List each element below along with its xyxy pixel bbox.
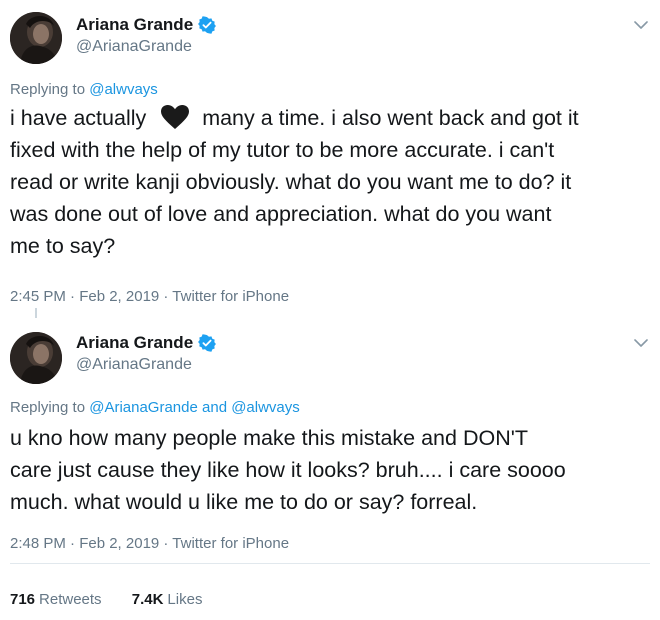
handle[interactable]: @ArianaGrande (76, 355, 216, 375)
tweet-text-line: was done out of love and appreciation. w… (10, 202, 552, 226)
tweet-text: i have actually many a time. i also went… (10, 102, 650, 262)
verified-icon (198, 334, 217, 352)
verified-icon (198, 16, 217, 34)
chevron-down-icon[interactable] (632, 334, 650, 352)
tweet-text-line: much. what would u like me to do or say?… (10, 490, 478, 514)
tweet-text-line: fixed with the help of my tutor to be mo… (10, 138, 555, 162)
tweet-text-line: u kno how many people make this mistake … (10, 426, 528, 450)
replying-prefix: Replying to (10, 399, 90, 416)
tweet-text-line: care just cause they like how it looks? … (10, 458, 566, 482)
replying-mention-link[interactable]: @ArianaGrande and @alwvays (89, 399, 300, 416)
tweet-timestamp[interactable]: 2:48 PM · Feb 2, 2019 · Twitter for iPho… (10, 534, 289, 554)
replying-mention-link[interactable]: @alwvays (89, 81, 158, 98)
tweet-thread: Ariana Grande @ArianaGrande Replying to … (0, 0, 660, 620)
handle[interactable]: @ArianaGrande (76, 37, 216, 57)
engagement-stats: 716 Retweets 7.4K Likes (10, 590, 228, 610)
avatar[interactable] (10, 12, 62, 64)
chevron-down-icon[interactable] (632, 16, 650, 34)
tweet-text-line: read or write kanji obviously. what do y… (10, 170, 572, 194)
replying-to: Replying to @ArianaGrande and @alwvays (10, 398, 300, 418)
tweet-timestamp[interactable]: 2:45 PM · Feb 2, 2019 · Twitter for iPho… (10, 287, 289, 307)
retweets-label: Retweets (39, 591, 102, 608)
tweet-text-segment: i have actually (10, 106, 153, 130)
divider (10, 563, 650, 564)
thread-connector (35, 308, 37, 318)
replying-to: Replying to @alwvays (10, 80, 158, 100)
tweet-text-segment: many a time. i also went back and got it (196, 106, 579, 130)
retweets-count: 716 (10, 591, 36, 608)
likes-count: 7.4K (131, 591, 164, 608)
display-name[interactable]: Ariana Grande (76, 14, 193, 36)
author-block[interactable]: Ariana Grande @ArianaGrande (76, 14, 217, 57)
avatar[interactable] (10, 332, 62, 384)
tweet-text-line: me to say? (10, 234, 116, 258)
author-block[interactable]: Ariana Grande @ArianaGrande (76, 332, 217, 375)
display-name[interactable]: Ariana Grande (76, 332, 193, 354)
tweet-text: u kno how many people make this mistake … (10, 422, 650, 518)
tweet-text-line: i have actually many a time. i also went… (10, 102, 650, 134)
likes-stat[interactable]: 7.4K Likes (132, 590, 203, 610)
retweets-stat[interactable]: 716 Retweets (10, 590, 102, 610)
black-heart-icon (161, 105, 190, 129)
replying-prefix: Replying to (10, 81, 90, 98)
likes-label: Likes (167, 591, 203, 608)
